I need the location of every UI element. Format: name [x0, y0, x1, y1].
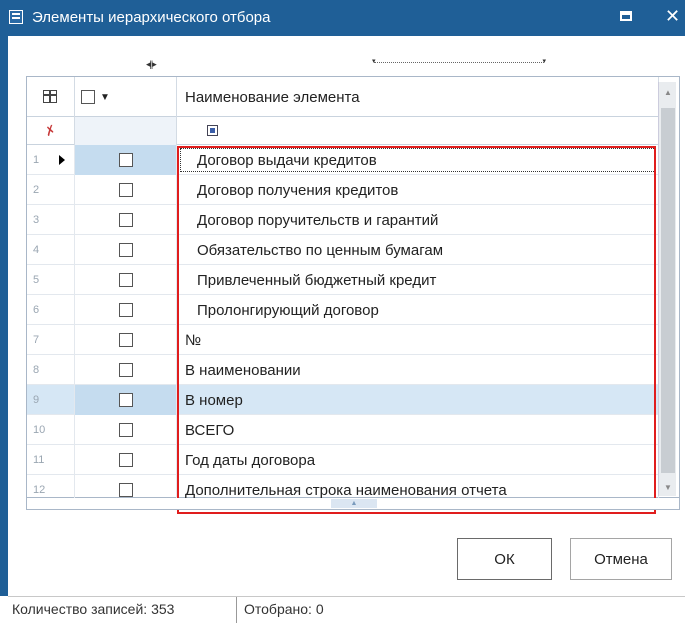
window-left-border — [0, 36, 8, 596]
row-pointer-icon — [59, 155, 65, 165]
horizontal-scrollbar[interactable]: ▲ — [26, 498, 680, 510]
row-checkbox[interactable] — [118, 213, 133, 227]
row-checkbox[interactable] — [118, 483, 133, 497]
row-checkbox-cell[interactable] — [75, 235, 177, 265]
row-number: 10 — [27, 415, 75, 445]
scroll-up-icon[interactable]: ▲ — [664, 88, 672, 97]
header-checkbox-column[interactable]: ▼ — [75, 77, 177, 117]
highlight-box — [177, 146, 656, 514]
row-checkbox-cell[interactable] — [75, 355, 177, 385]
window-icon — [9, 10, 23, 24]
row-number: 9 — [27, 385, 75, 415]
filter-name-cell[interactable] — [177, 117, 659, 145]
row-checkbox-cell[interactable] — [75, 415, 177, 445]
header-row-num[interactable] — [27, 77, 75, 117]
row-number: 3 — [27, 205, 75, 235]
row-number: 5 — [27, 265, 75, 295]
row-checkbox[interactable] — [118, 273, 133, 287]
splitter-grip-icon[interactable]: ◂||▸ — [146, 59, 157, 70]
row-number: 8 — [27, 355, 75, 385]
row-checkbox[interactable] — [118, 453, 133, 467]
grid-icon[interactable] — [43, 90, 57, 103]
cancel-button[interactable]: Отмена — [570, 538, 672, 580]
row-checkbox[interactable] — [118, 183, 133, 197]
title-bar: Элементы иерархического отбора ✕ — [0, 0, 685, 36]
select-all-checkbox[interactable] — [81, 90, 95, 104]
splitter-range[interactable]: ▾ ▾ — [372, 58, 546, 65]
filter-checkbox-cell[interactable] — [75, 117, 177, 145]
row-checkbox[interactable] — [118, 423, 133, 437]
row-checkbox-cell[interactable] — [75, 325, 177, 355]
row-checkbox-cell[interactable] — [75, 445, 177, 475]
row-checkbox[interactable] — [118, 363, 133, 377]
row-checkbox-cell[interactable] — [75, 265, 177, 295]
row-checkbox[interactable] — [118, 153, 133, 167]
row-checkbox[interactable] — [118, 333, 133, 347]
scroll-down-icon[interactable]: ▼ — [664, 483, 672, 492]
filter-icon[interactable] — [207, 125, 218, 136]
ok-button[interactable]: ОК — [457, 538, 552, 580]
grid-header: ▼ Наименование элемента — [27, 77, 659, 117]
row-checkbox-cell[interactable] — [75, 385, 177, 415]
row-checkbox-cell[interactable] — [75, 205, 177, 235]
status-bar: Количество записей: 353 Отобрано: 0 — [8, 596, 685, 623]
row-checkbox[interactable] — [118, 393, 133, 407]
range-start-icon: ▾ — [372, 58, 376, 65]
selected-count: Отобрано: 0 — [244, 601, 324, 617]
vertical-scrollbar[interactable]: ▲ ▼ — [658, 82, 676, 496]
row-checkbox[interactable] — [118, 243, 133, 257]
header-name[interactable]: Наименование элемента — [177, 77, 659, 117]
row-checkbox-cell[interactable] — [75, 175, 177, 205]
pin-icon[interactable]: ✗ — [43, 122, 59, 141]
row-number: 2 — [27, 175, 75, 205]
row-checkbox-cell[interactable] — [75, 295, 177, 325]
row-checkbox[interactable] — [118, 303, 133, 317]
filter-row: ✗ — [27, 117, 659, 145]
hscroll-grip-icon[interactable]: ▲ — [331, 499, 377, 508]
row-number: 6 — [27, 295, 75, 325]
scroll-thumb[interactable] — [661, 108, 675, 473]
row-number: 1 — [27, 145, 75, 175]
records-count: Количество записей: 353 — [12, 601, 175, 617]
status-separator — [236, 597, 237, 623]
checkbox-dropdown-icon[interactable]: ▼ — [100, 92, 110, 103]
window-title: Элементы иерархического отбора — [32, 9, 271, 26]
close-icon[interactable]: ✕ — [665, 6, 680, 27]
filter-pin-cell[interactable]: ✗ — [27, 117, 75, 145]
row-number: 4 — [27, 235, 75, 265]
row-number: 11 — [27, 445, 75, 475]
row-number: 7 — [27, 325, 75, 355]
maximize-icon[interactable] — [620, 11, 632, 21]
splitter-bar[interactable]: ◂||▸ ▾ ▾ — [30, 58, 655, 71]
row-checkbox-cell[interactable] — [75, 145, 177, 175]
range-end-icon: ▾ — [542, 58, 546, 65]
